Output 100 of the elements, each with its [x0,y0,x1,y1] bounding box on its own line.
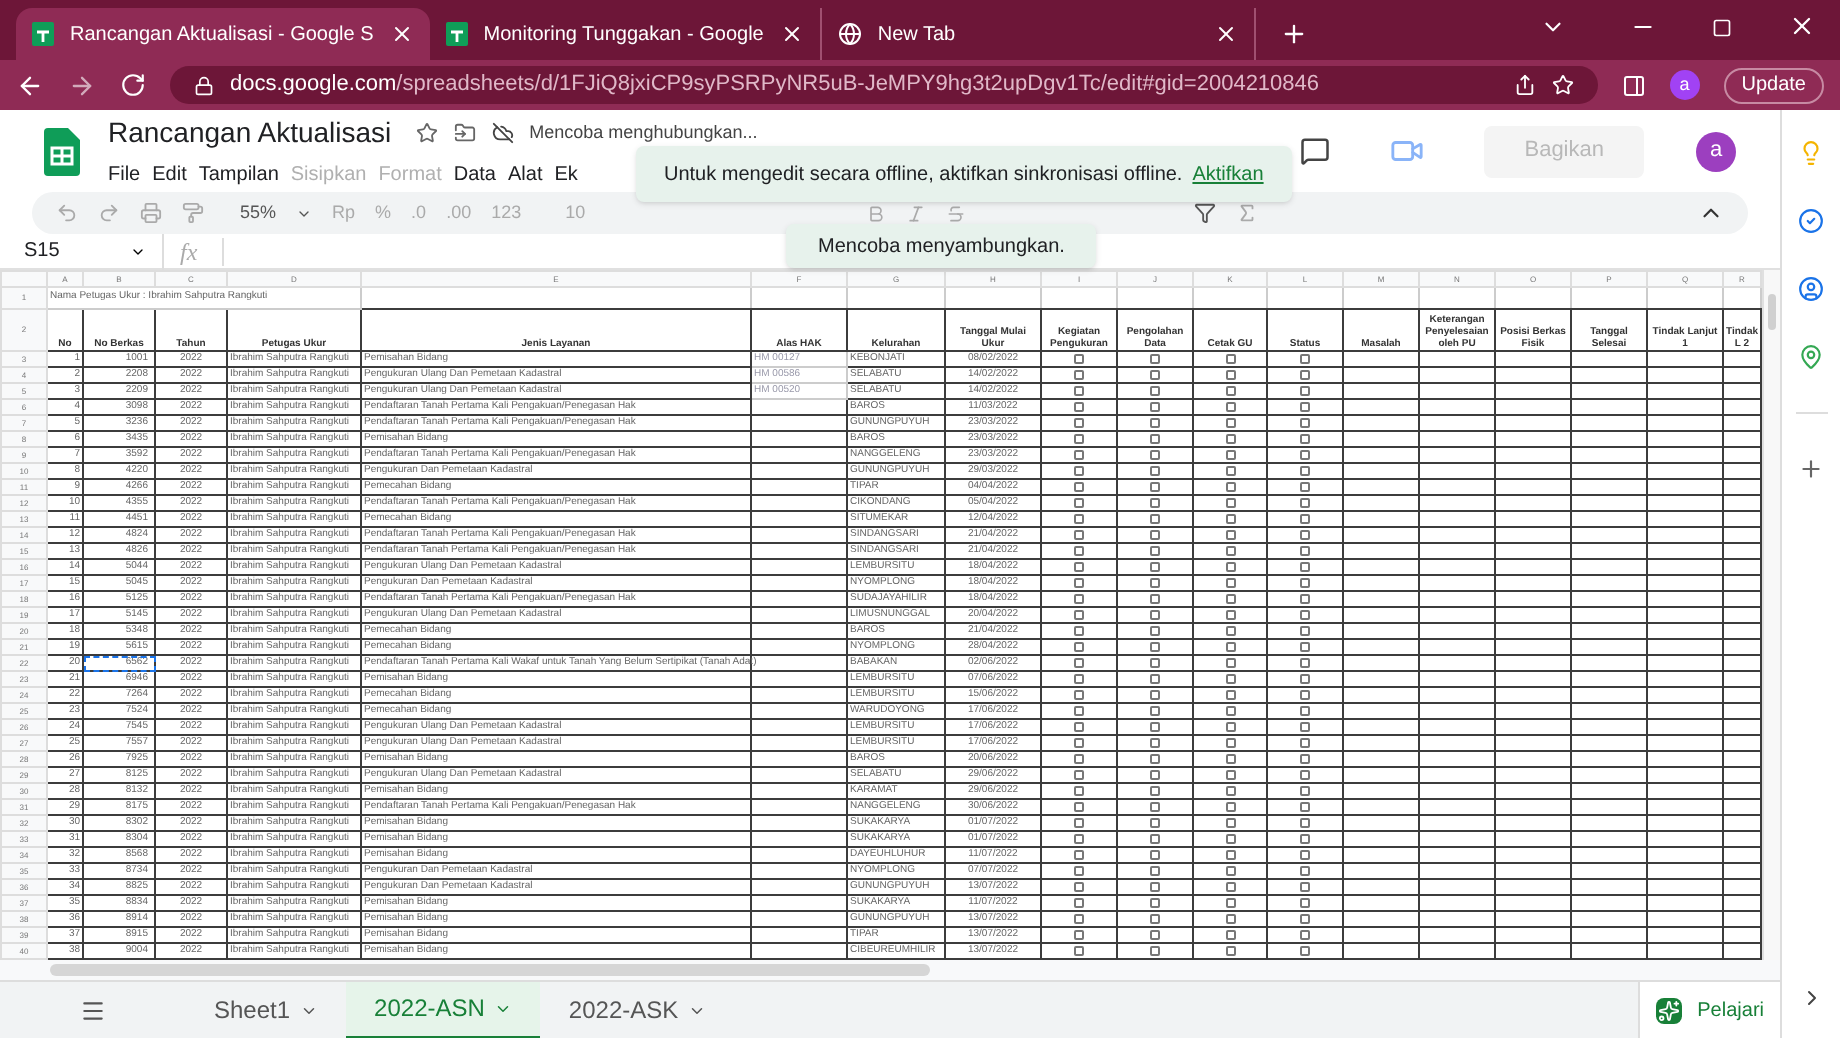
checkbox[interactable] [1074,770,1084,780]
checkbox[interactable] [1225,722,1235,732]
checkbox[interactable] [1300,706,1310,716]
checkbox[interactable] [1074,562,1084,572]
checkbox[interactable] [1300,866,1310,876]
checkbox[interactable] [1225,754,1235,764]
checkbox[interactable] [1225,482,1235,492]
checkbox[interactable] [1225,530,1235,540]
close-icon[interactable] [779,22,804,46]
checkbox[interactable] [1074,418,1084,428]
checkbox[interactable] [1150,578,1160,588]
close-icon[interactable] [1788,12,1816,40]
checkbox[interactable] [1300,658,1310,668]
checkbox[interactable] [1150,850,1160,860]
checkbox[interactable] [1300,834,1310,844]
checkbox[interactable] [1150,770,1160,780]
checkbox[interactable] [1150,834,1160,844]
checkbox[interactable] [1225,450,1235,460]
maps-icon[interactable] [1798,344,1824,370]
checkbox[interactable] [1225,898,1235,908]
checkbox[interactable] [1150,498,1160,508]
share-icon[interactable] [1513,74,1536,96]
checkbox[interactable] [1225,834,1235,844]
checkbox[interactable] [1300,674,1310,684]
checkbox[interactable] [1225,642,1235,652]
back-icon[interactable] [16,71,44,99]
checkbox[interactable] [1225,434,1235,444]
checkbox[interactable] [1300,354,1310,364]
checkbox[interactable] [1074,818,1084,828]
explore-button[interactable]: Pelajari [1637,981,1780,1038]
all-sheets-icon[interactable] [80,997,106,1023]
checkbox[interactable] [1225,610,1235,620]
checkbox[interactable] [1074,498,1084,508]
checkbox[interactable] [1300,786,1310,796]
checkbox[interactable] [1225,386,1235,396]
maximize-icon[interactable] [1712,18,1732,38]
new-tab-icon[interactable] [1279,20,1308,48]
checkbox[interactable] [1300,626,1310,636]
checkbox[interactable] [1300,370,1310,380]
checkbox[interactable] [1300,642,1310,652]
menu-item[interactable]: File [108,160,141,190]
checkbox[interactable] [1225,706,1235,716]
checkbox[interactable] [1074,402,1084,412]
close-icon[interactable] [1213,22,1238,46]
checkbox[interactable] [1150,626,1160,636]
checkbox[interactable] [1074,786,1084,796]
checkbox[interactable] [1150,754,1160,764]
reload-icon[interactable] [120,72,146,98]
checkbox[interactable] [1074,482,1084,492]
checkbox[interactable] [1074,578,1084,588]
checkbox[interactable] [1225,594,1235,604]
checkbox[interactable] [1225,802,1235,812]
checkbox[interactable] [1225,882,1235,892]
checkbox[interactable] [1074,434,1084,444]
checkbox[interactable] [1074,658,1084,668]
checkbox[interactable] [1074,754,1084,764]
checkbox[interactable] [1074,626,1084,636]
checkbox[interactable] [1225,674,1235,684]
checkbox[interactable] [1300,434,1310,444]
checkbox[interactable] [1300,610,1310,620]
bookmark-icon[interactable] [1551,74,1574,96]
menu-item[interactable]: Edit [152,160,187,190]
horizontal-scrollbar[interactable] [50,964,930,976]
checkbox[interactable] [1300,754,1310,764]
checkbox[interactable] [1074,450,1084,460]
checkbox[interactable] [1300,770,1310,780]
checkbox[interactable] [1225,930,1235,940]
checkbox[interactable] [1074,722,1084,732]
checkbox[interactable] [1150,898,1160,908]
checkbox[interactable] [1074,866,1084,876]
checkbox[interactable] [1225,418,1235,428]
checkbox[interactable] [1300,514,1310,524]
side-panel-icon[interactable] [1621,73,1646,97]
checkbox[interactable] [1150,402,1160,412]
checkbox[interactable] [1225,786,1235,796]
checkbox[interactable] [1074,930,1084,940]
checkbox[interactable] [1225,546,1235,556]
checkbox[interactable] [1074,834,1084,844]
checkbox[interactable] [1225,946,1235,956]
checkbox[interactable] [1150,802,1160,812]
checkbox[interactable] [1225,850,1235,860]
checkbox[interactable] [1150,818,1160,828]
user-avatar[interactable]: a [1696,131,1736,171]
checkbox[interactable] [1150,738,1160,748]
checkbox[interactable] [1074,850,1084,860]
checkbox[interactable] [1150,466,1160,476]
checkbox[interactable] [1300,946,1310,956]
checkbox[interactable] [1074,514,1084,524]
checkbox[interactable] [1150,370,1160,380]
checkbox[interactable] [1300,562,1310,572]
menu-item[interactable]: Alat [508,160,543,190]
filter-icon[interactable] [1194,202,1216,224]
sheet-tab[interactable]: 2022-ASN [346,981,541,1038]
checkbox[interactable] [1074,690,1084,700]
checkbox[interactable] [1150,514,1160,524]
checkbox[interactable] [1150,354,1160,364]
checkbox[interactable] [1300,498,1310,508]
checkbox[interactable] [1074,466,1084,476]
checkbox[interactable] [1074,914,1084,924]
checkbox[interactable] [1300,690,1310,700]
